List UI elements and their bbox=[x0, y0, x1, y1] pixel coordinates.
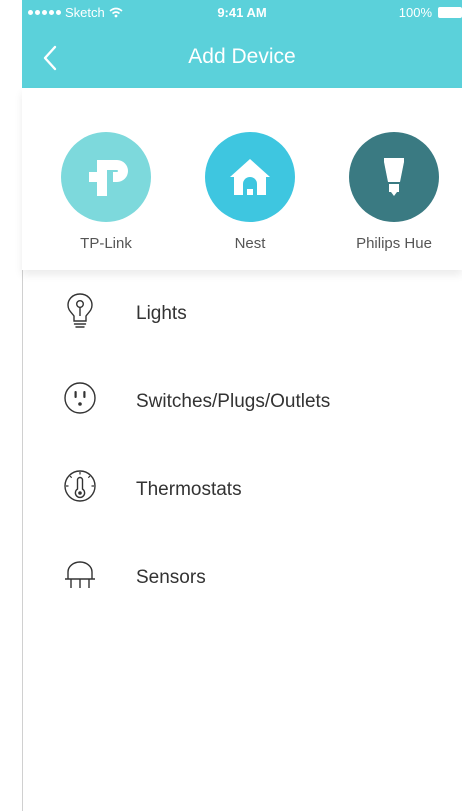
list-item-thermostats[interactable]: Thermostats bbox=[22, 446, 462, 534]
sensor-icon bbox=[65, 561, 95, 588]
category-label: Lights bbox=[136, 303, 187, 324]
header: Sketch 9:41 AM 100% Add Device bbox=[22, 0, 462, 88]
category-label: Switches/Plugs/Outlets bbox=[136, 391, 331, 412]
battery-group: 100% bbox=[399, 5, 462, 20]
brand-tp-link[interactable]: TP-Link bbox=[51, 132, 161, 252]
battery-percent: 100% bbox=[398, 5, 432, 20]
bulb-icon bbox=[349, 132, 439, 222]
battery-icon bbox=[438, 7, 462, 18]
status-bar: Sketch 9:41 AM 100% bbox=[22, 0, 462, 24]
house-icon bbox=[205, 132, 295, 222]
outlet-icon bbox=[64, 382, 96, 414]
brand-selector: TP-Link Nest Philips Hue bbox=[22, 88, 462, 270]
category-label: Sensors bbox=[136, 567, 206, 588]
list-item-lights[interactable]: Lights bbox=[22, 270, 462, 358]
brand-label: Philips Hue bbox=[356, 235, 432, 252]
category-list: Lights Switches/Plugs/Outlets Thermostat… bbox=[22, 270, 462, 622]
list-item-sensors[interactable]: Sensors bbox=[22, 534, 462, 622]
app-screen: Sketch 9:41 AM 100% Add Device TP-Link N… bbox=[0, 0, 462, 811]
brand-philips-hue[interactable]: Philips Hue bbox=[339, 132, 449, 252]
brand-label: Nest bbox=[234, 235, 266, 252]
navigation-bar: Add Device bbox=[22, 24, 462, 88]
tp-link-logo-icon bbox=[61, 132, 151, 222]
list-item-switches[interactable]: Switches/Plugs/Outlets bbox=[22, 358, 462, 446]
category-label: Thermostats bbox=[136, 479, 242, 500]
brand-label: TP-Link bbox=[80, 235, 132, 252]
thermostat-icon bbox=[64, 470, 96, 502]
brand-nest[interactable]: Nest bbox=[195, 132, 305, 252]
page-title: Add Device bbox=[188, 45, 296, 68]
clock: 9:41 AM bbox=[217, 5, 267, 20]
lightbulb-icon bbox=[67, 293, 93, 328]
